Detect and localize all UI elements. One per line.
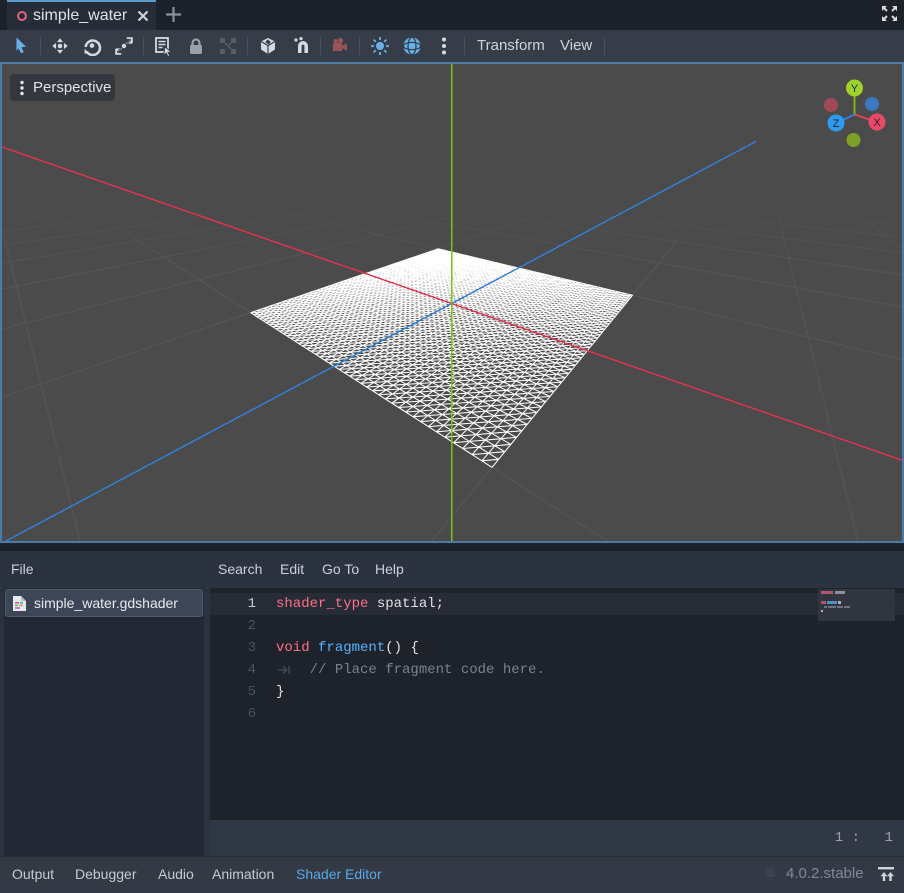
svg-text:Z: Z (833, 118, 840, 130)
svg-text:X: X (873, 117, 881, 129)
svg-text:Y: Y (851, 83, 859, 95)
